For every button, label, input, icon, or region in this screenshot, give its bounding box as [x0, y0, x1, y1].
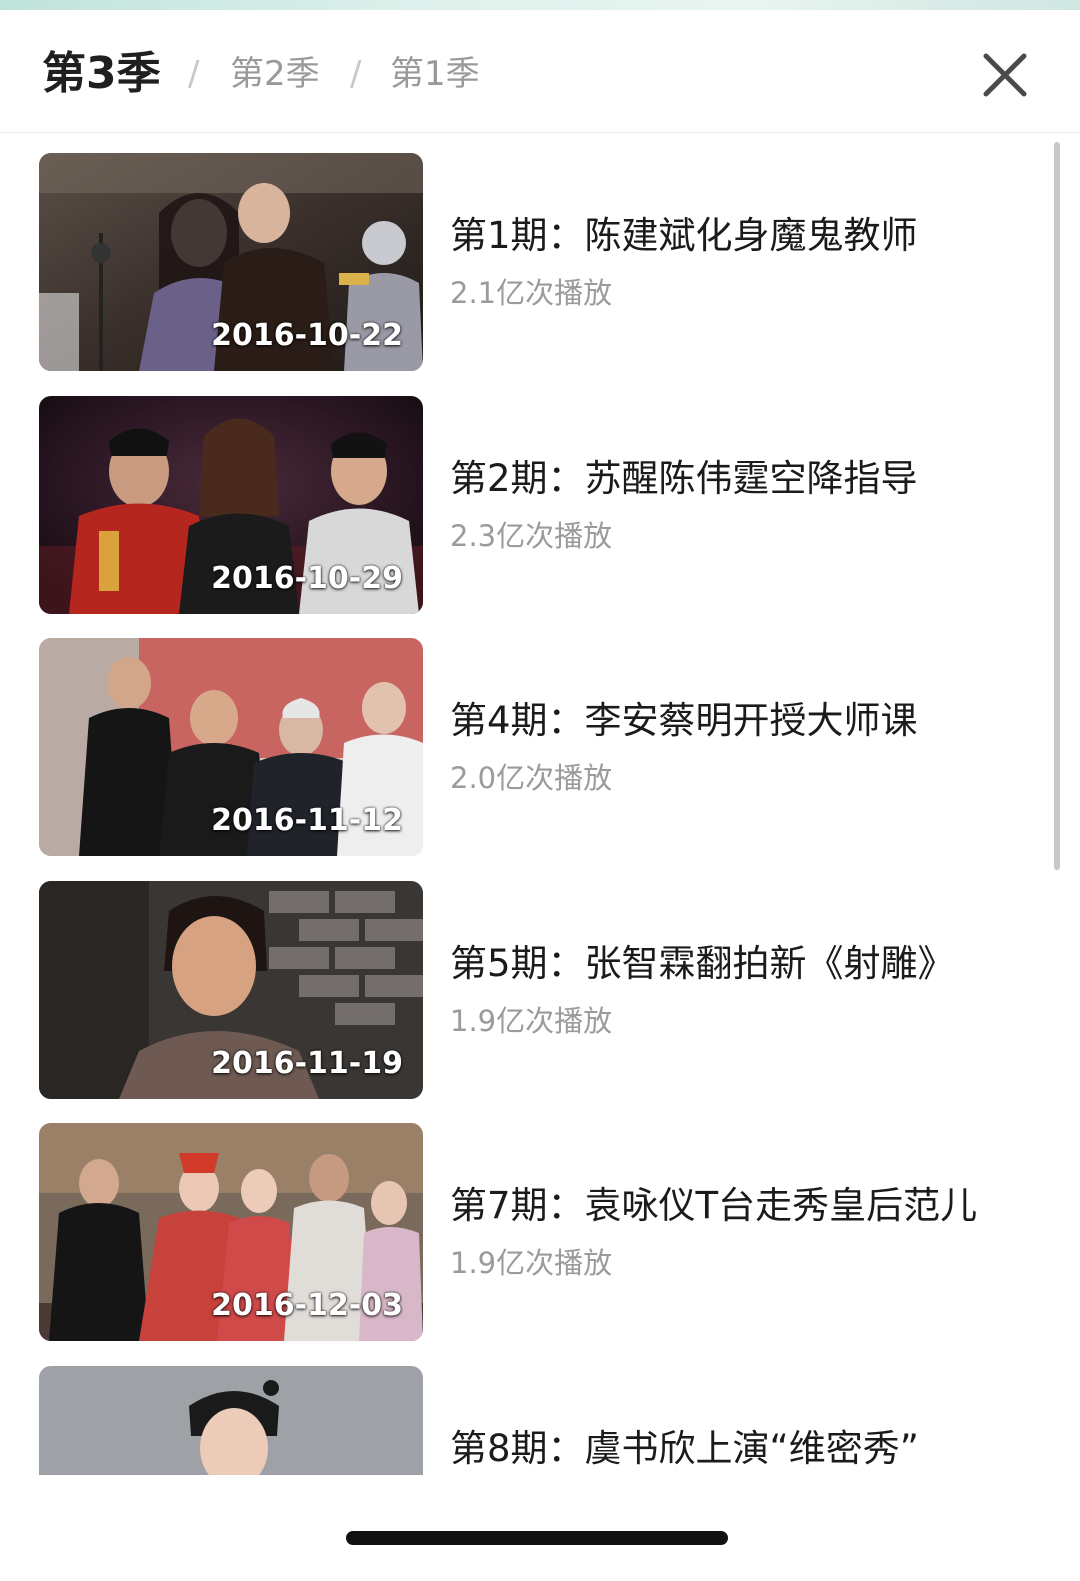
- episode-play-count: 2.3亿次播放: [450, 519, 613, 553]
- episode-date: 2016-10-22: [211, 318, 403, 353]
- episode-title[interactable]: 第1期：陈建斌化身魔鬼教师: [450, 213, 918, 259]
- episode-thumbnail[interactable]: 2016-10-29: [39, 396, 423, 614]
- episode-thumbnail[interactable]: 2016-12-03: [39, 1123, 423, 1341]
- episode-title[interactable]: 第2期：苏醒陈伟霆空降指导: [450, 456, 918, 502]
- episode-play-count: 2.0亿次播放: [450, 761, 613, 795]
- tab-season-3[interactable]: 第3季: [42, 48, 161, 100]
- list-item[interactable]: 第8期：虞书欣上演“维密秀”: [0, 1366, 1040, 1475]
- tab-season-2[interactable]: 第2季: [230, 48, 320, 100]
- close-icon: [983, 53, 1027, 97]
- list-item[interactable]: 2016-11-12 第4期：李安蔡明开授大师课 2.0亿次播放: [0, 638, 1040, 856]
- tab-separator: /: [350, 54, 362, 94]
- close-button[interactable]: [980, 50, 1030, 100]
- episode-date: 2016-12-03: [211, 1288, 403, 1323]
- episode-title[interactable]: 第5期：张智霖翻拍新《射雕》: [450, 941, 955, 987]
- episode-date: 2016-10-29: [211, 561, 403, 596]
- list-item[interactable]: 2016-10-29 第2期：苏醒陈伟霆空降指导 2.3亿次播放: [0, 396, 1040, 614]
- episode-title[interactable]: 第8期：虞书欣上演“维密秀”: [450, 1426, 919, 1472]
- list-item[interactable]: 2016-11-19 第5期：张智霖翻拍新《射雕》 1.9亿次播放: [0, 881, 1040, 1099]
- list-item[interactable]: 2016-12-03 第7期：袁咏仪T台走秀皇后范儿 1.9亿次播放: [0, 1123, 1040, 1341]
- episode-thumbnail[interactable]: 2016-11-12: [39, 638, 423, 856]
- list-scrollbar[interactable]: [1054, 142, 1060, 870]
- bottom-area: [0, 1475, 1080, 1581]
- list-item[interactable]: 2016-10-22 第1期：陈建斌化身魔鬼教师 2.1亿次播放: [0, 153, 1040, 371]
- episode-thumbnail[interactable]: 2016-10-22: [39, 153, 423, 371]
- episode-play-count: 1.9亿次播放: [450, 1004, 613, 1038]
- episode-play-count: 2.1亿次播放: [450, 276, 613, 310]
- episode-title[interactable]: 第7期：袁咏仪T台走秀皇后范儿: [450, 1183, 977, 1229]
- episode-date: 2016-11-19: [211, 1046, 403, 1081]
- season-tabs-header: 第3季 / 第2季 / 第1季: [0, 10, 1080, 133]
- season-episode-list-screen: 第3季 / 第2季 / 第1季 2016-10-22 第1期：陈建斌化身魔鬼教师…: [0, 0, 1080, 1581]
- top-ad-banner-strip[interactable]: [0, 0, 1080, 10]
- home-indicator[interactable]: [346, 1531, 728, 1545]
- episode-thumbnail[interactable]: 2016-11-19: [39, 881, 423, 1099]
- episode-thumbnail[interactable]: [39, 1366, 423, 1475]
- tab-season-1[interactable]: 第1季: [390, 48, 480, 100]
- episode-play-count: 1.9亿次播放: [450, 1246, 613, 1280]
- episode-title[interactable]: 第4期：李安蔡明开授大师课: [450, 698, 918, 744]
- episode-list[interactable]: 2016-10-22 第1期：陈建斌化身魔鬼教师 2.1亿次播放 2016-10…: [0, 133, 1080, 1475]
- episode-date: 2016-11-12: [211, 803, 403, 838]
- tab-separator: /: [188, 54, 200, 94]
